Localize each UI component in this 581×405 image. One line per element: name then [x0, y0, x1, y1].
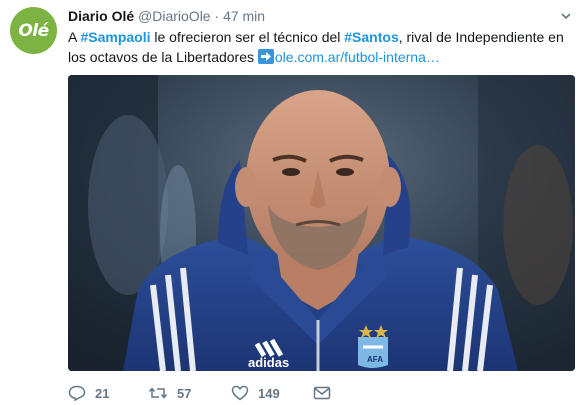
hashtag-santos[interactable]: #Santos	[344, 29, 398, 45]
retweet-count: 57	[177, 385, 192, 401]
reply-icon	[68, 385, 86, 401]
tweet-timestamp[interactable]: 47 min	[223, 8, 265, 24]
tweet-header: Diario Olé @DiarioOle · 47 min	[68, 7, 265, 25]
retweet-button[interactable]: 57	[148, 385, 231, 401]
link-arrow-icon	[257, 49, 274, 64]
chevron-down-icon[interactable]	[561, 11, 571, 21]
svg-text:AFA: AFA	[367, 355, 383, 364]
tweet-text: A #Sampaoli le ofrecieron ser el técnico…	[68, 27, 573, 67]
photo-image: adidas AFA	[68, 75, 575, 371]
author-handle[interactable]: @DiarioOle	[138, 8, 211, 24]
like-count: 149	[258, 385, 280, 401]
tweet-media-photo[interactable]: adidas AFA	[68, 75, 575, 371]
retweet-icon	[148, 387, 168, 399]
heart-icon	[231, 385, 249, 401]
tweet-text-segment: le ofrecieron ser el técnico del	[150, 29, 345, 45]
article-link[interactable]: ole.com.ar/futbol-interna…	[275, 49, 440, 65]
tweet-actions: 21 57 149	[68, 383, 343, 403]
hashtag-sampaoli[interactable]: #Sampaoli	[80, 29, 150, 45]
tweet-card[interactable]: Olé Diario Olé @DiarioOle · 47 min A #Sa…	[0, 0, 581, 405]
direct-message-button[interactable]	[313, 386, 343, 400]
like-button[interactable]: 149	[231, 385, 313, 401]
avatar[interactable]: Olé	[10, 7, 57, 54]
reply-button[interactable]: 21	[68, 385, 148, 401]
avatar-logo-text: Olé	[18, 20, 49, 41]
header-separator: ·	[214, 8, 220, 24]
envelope-icon	[313, 386, 331, 400]
tweet-text-segment: A	[68, 29, 81, 45]
reply-count: 21	[95, 385, 110, 401]
svg-text:adidas: adidas	[248, 355, 289, 370]
author-name[interactable]: Diario Olé	[68, 8, 134, 24]
